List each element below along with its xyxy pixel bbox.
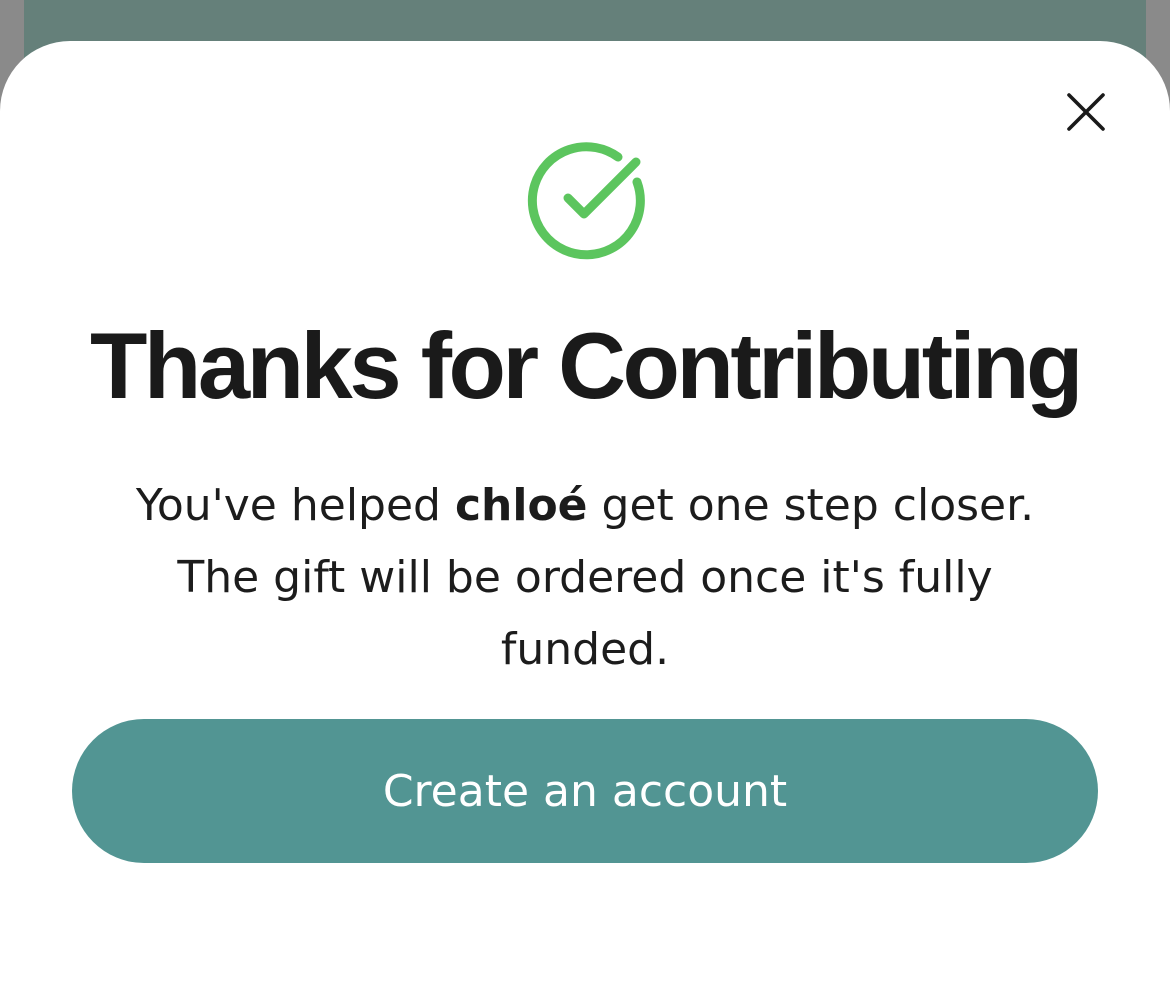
check-circle-icon — [524, 140, 648, 264]
modal-title: Thanks for Contributing — [90, 313, 1083, 418]
recipient-name: chloé — [454, 480, 588, 531]
close-icon — [1066, 92, 1106, 137]
close-button[interactable] — [1056, 84, 1116, 144]
create-account-button[interactable]: Create an account — [72, 719, 1098, 863]
message-prefix: You've helped — [135, 480, 455, 531]
contribution-success-sheet: Thanks for Contributing You've helped ch… — [0, 41, 1170, 981]
modal-message: You've helped chloé get one step closer.… — [110, 470, 1060, 686]
